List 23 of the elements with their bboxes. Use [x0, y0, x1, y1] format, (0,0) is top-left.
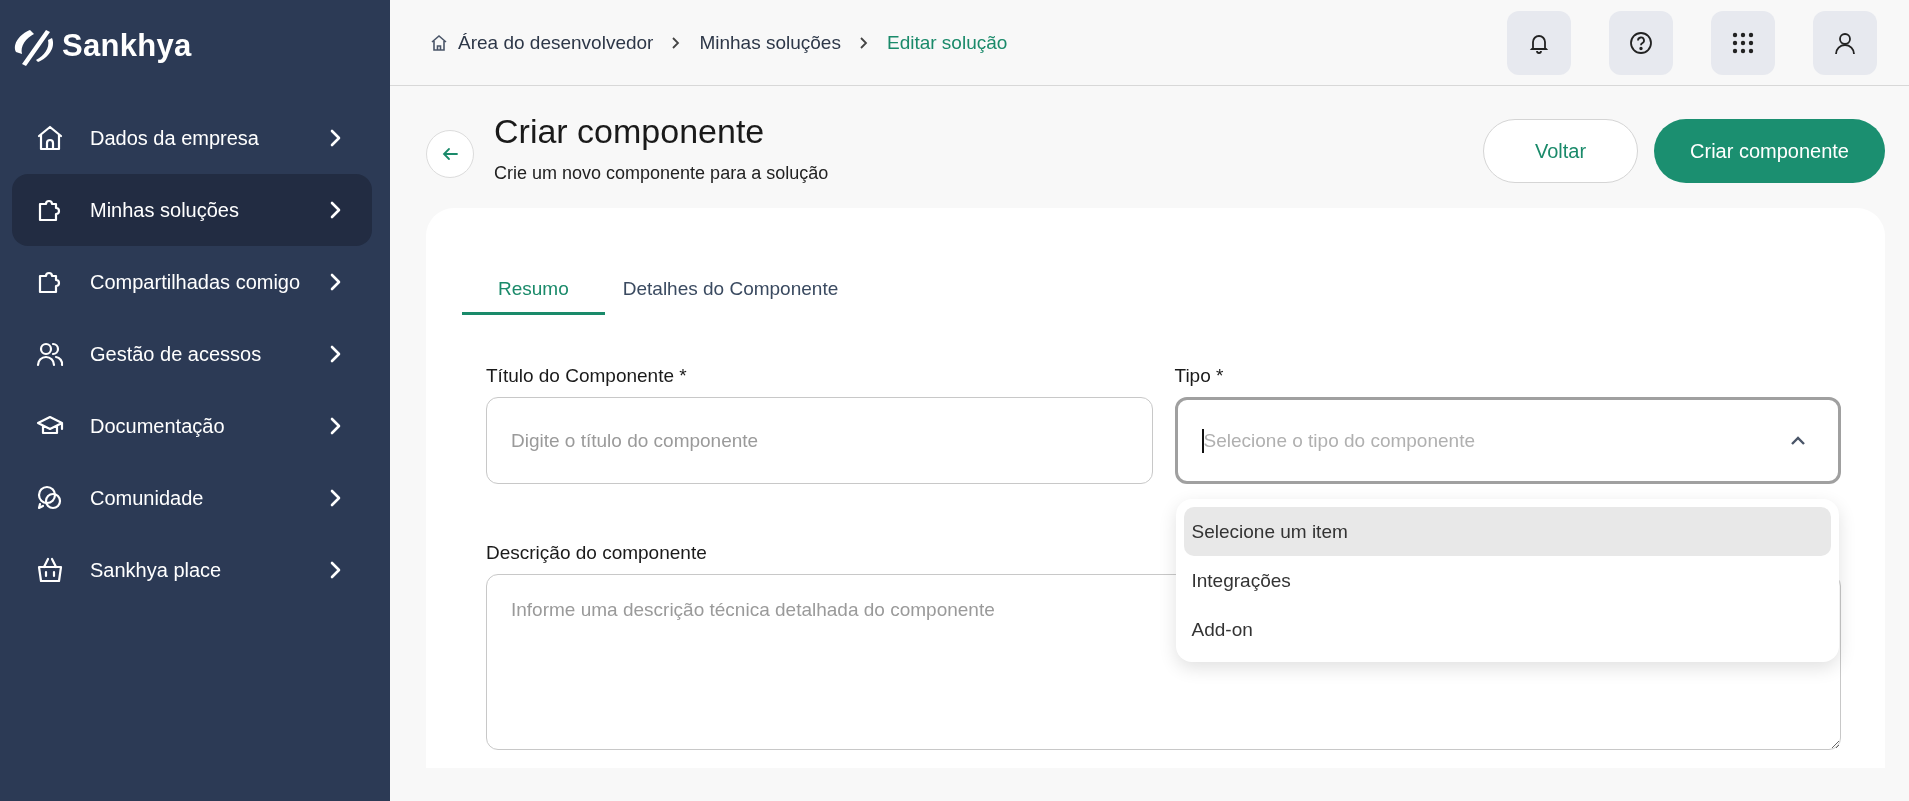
field-label: Tipo * [1174, 365, 1225, 387]
dropdown-option[interactable]: Selecione um item [1183, 507, 1831, 556]
sidebar-item[interactable]: Gestão de acessos [12, 318, 372, 390]
logo-text: Sankhya [62, 28, 192, 64]
breadcrumb-link[interactable]: Área do desenvolvedor [458, 31, 654, 54]
create-button[interactable]: Criar componente [1654, 119, 1885, 183]
sidebar-item[interactable]: Sankhya place [12, 534, 372, 606]
sidebar-item[interactable]: Minhas soluções [12, 174, 372, 246]
tab[interactable]: Resumo [462, 268, 605, 315]
field-label: Título do Componente * [486, 365, 688, 387]
page-subtitle: Crie um novo componente para a solução [494, 163, 830, 184]
breadcrumb-link[interactable]: Editar solução [886, 31, 1008, 54]
back-text-button[interactable]: Voltar [1483, 119, 1639, 183]
sidebar-item[interactable]: Comunidade [12, 462, 372, 534]
sidebar-item[interactable]: Compartilhadas comigo [12, 246, 372, 318]
sidebar-item[interactable]: Documentação [12, 390, 372, 462]
title-input-field[interactable]: Digite o título do componente [486, 397, 1153, 484]
tab[interactable]: Detalhes do Componente [604, 268, 857, 315]
sidebar-item[interactable]: Dados da empresa [12, 102, 372, 174]
page-title: Criar componente [494, 112, 766, 151]
breadcrumb-link[interactable]: Minhas soluções [699, 31, 841, 54]
field-label: Descrição do componente [486, 542, 708, 564]
dropdown-option[interactable]: Add-on [1183, 605, 1831, 654]
